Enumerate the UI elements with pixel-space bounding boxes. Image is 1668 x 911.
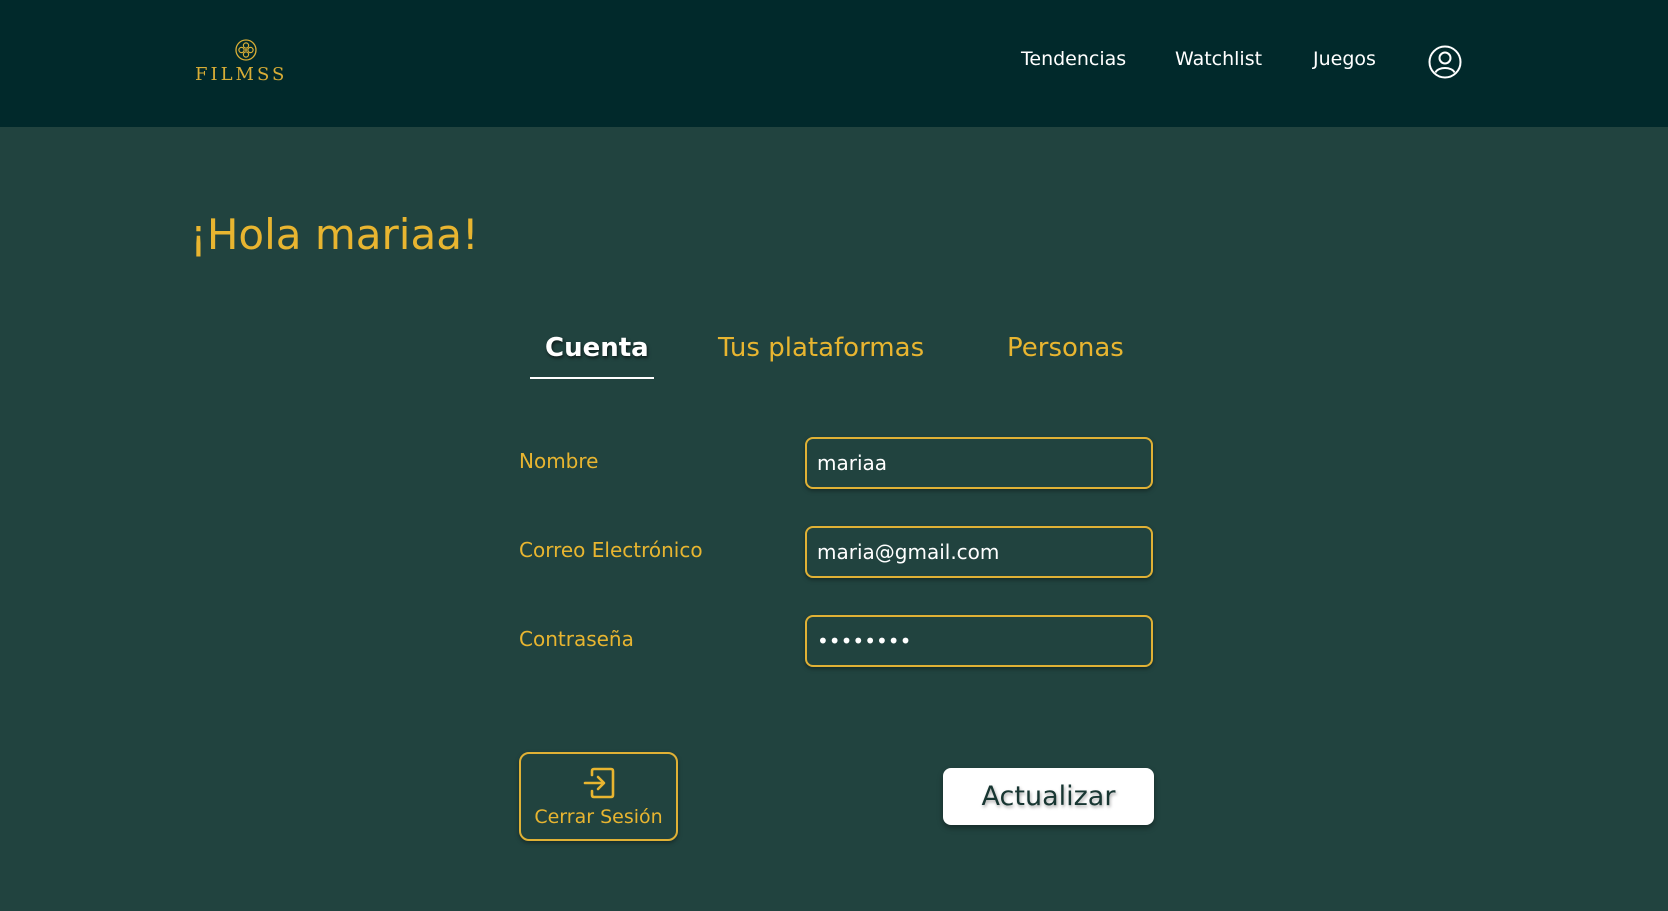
- tab-personas[interactable]: Personas: [1007, 333, 1124, 363]
- top-navbar: FILMSS Tendencias Watchlist Juegos: [0, 0, 1668, 127]
- film-reel-icon: [235, 39, 257, 61]
- logout-icon: [583, 767, 615, 799]
- name-field[interactable]: [805, 437, 1153, 489]
- nav-link-juegos[interactable]: Juegos: [1313, 48, 1376, 70]
- name-label: Nombre: [519, 449, 599, 473]
- tab-cuenta[interactable]: Cuenta: [545, 333, 649, 363]
- nav-link-watchlist[interactable]: Watchlist: [1175, 48, 1262, 70]
- brand-name: FILMSS: [195, 64, 288, 85]
- tab-tus-plataformas[interactable]: Tus plataformas: [718, 333, 924, 363]
- password-field[interactable]: [805, 615, 1153, 667]
- logout-label: Cerrar Sesión: [534, 806, 663, 828]
- password-label: Contraseña: [519, 627, 634, 651]
- email-label: Correo Electrónico: [519, 538, 703, 562]
- active-tab-indicator: [530, 377, 654, 379]
- user-circle-icon: [1428, 45, 1462, 79]
- nav-link-tendencias[interactable]: Tendencias: [1021, 48, 1126, 70]
- page-greeting: ¡Hola mariaa!: [190, 210, 479, 259]
- logout-button[interactable]: Cerrar Sesión: [519, 752, 678, 841]
- profile-button[interactable]: [1428, 45, 1462, 79]
- filmss-logo[interactable]: FILMSS: [195, 38, 287, 88]
- email-field[interactable]: [805, 526, 1153, 578]
- update-button[interactable]: Actualizar: [943, 768, 1154, 825]
